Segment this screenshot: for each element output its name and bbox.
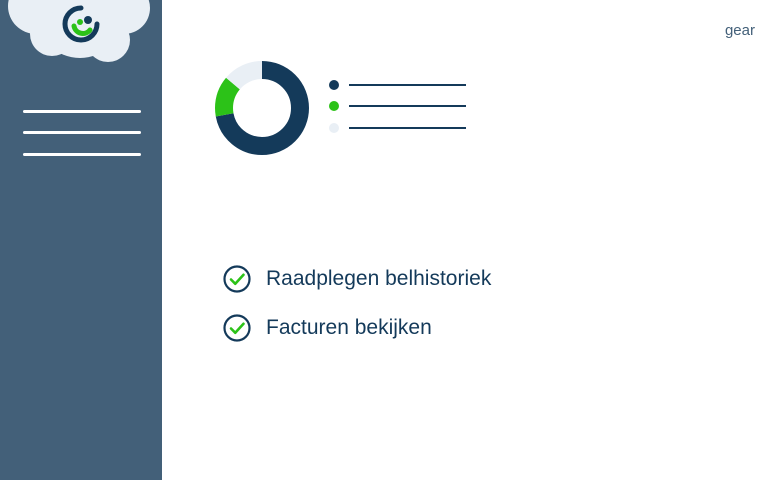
feature-item: Facturen bekijken [223, 314, 432, 342]
feature-label: Raadplegen belhistoriek [266, 267, 492, 290]
sidebar [0, 0, 162, 480]
legend-dot [329, 101, 339, 111]
legend-dot [329, 123, 339, 133]
brand-logo-icon[interactable] [56, 0, 106, 50]
check-circle-icon [223, 265, 251, 293]
legend-line [349, 84, 466, 86]
menu-line [23, 110, 141, 113]
feature-label: Facturen bekijken [266, 316, 432, 339]
legend-line [349, 127, 466, 129]
legend-line [349, 105, 466, 107]
legend-dot [329, 80, 339, 90]
hamburger-menu-icon[interactable] [0, 100, 162, 164]
menu-line [23, 153, 141, 156]
usage-donut-chart [215, 61, 309, 155]
check-circle-icon [223, 314, 251, 342]
feature-item: Raadplegen belhistoriek [223, 265, 491, 293]
menu-line [23, 131, 141, 134]
gear-icon[interactable]: gear [725, 22, 755, 39]
